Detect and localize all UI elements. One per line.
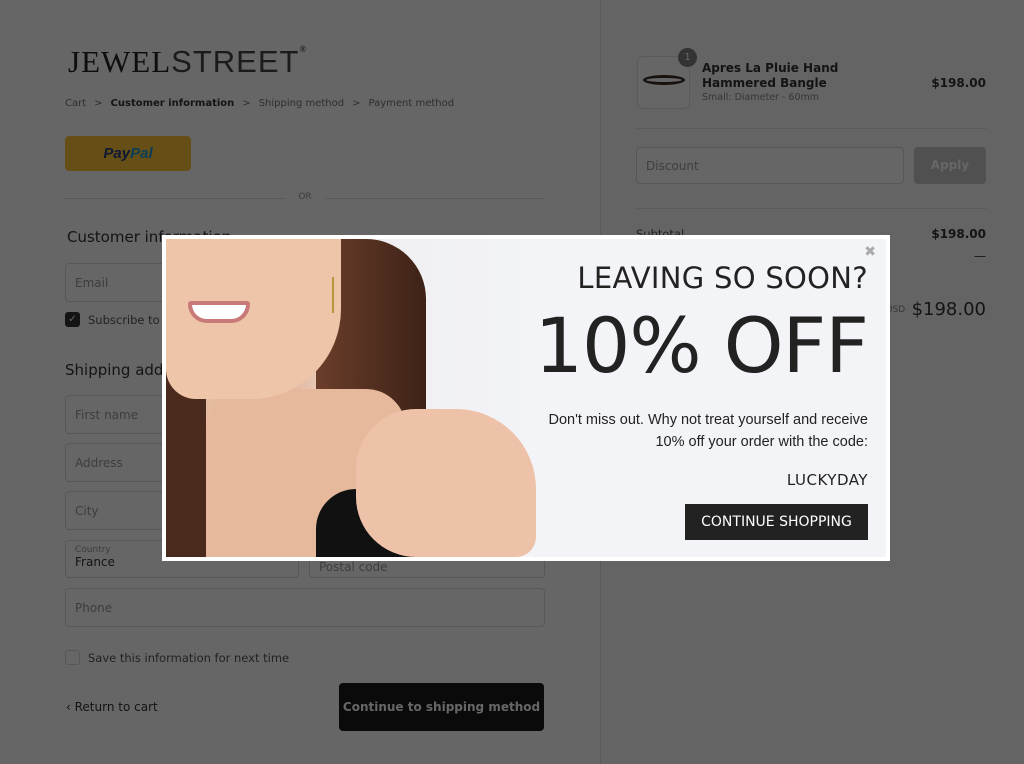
chevron-right-icon: > <box>94 98 103 109</box>
quantity-badge: 1 <box>678 48 697 67</box>
popup-offer: 10% OFF <box>534 301 869 390</box>
product-price: $198.00 <box>931 76 986 90</box>
breadcrumb-cart[interactable]: Cart <box>65 98 86 109</box>
checkmark-icon: ✓ <box>65 312 80 327</box>
product-variant: Small: Diameter - 60mm <box>702 92 820 103</box>
breadcrumb-customer-information: Customer information <box>110 98 235 109</box>
jewelstreet-logo[interactable]: JEWELSTREET® <box>68 44 307 80</box>
or-divider: OR <box>65 192 545 204</box>
continue-to-shipping-button[interactable]: Continue to shipping method <box>339 683 544 731</box>
close-icon[interactable]: ✖ <box>864 244 876 260</box>
model-photo <box>166 239 546 557</box>
chevron-right-icon: > <box>352 98 361 109</box>
product-name: Apres La Pluie Hand Hammered Bangle <box>702 61 839 90</box>
breadcrumb: Cart > Customer information > Shipping met… <box>65 98 454 109</box>
shipping-value: — <box>974 249 986 263</box>
chevron-left-icon: ‹ <box>66 700 75 714</box>
breadcrumb-payment-method: Payment method <box>368 98 455 109</box>
chevron-right-icon: > <box>242 98 251 109</box>
paypal-button[interactable]: PayPal <box>65 136 191 171</box>
discount-code: LUCKYDAY <box>786 471 868 489</box>
breadcrumb-shipping-method: Shipping method <box>258 98 345 109</box>
save-info-checkbox[interactable]: Save this information for next time <box>65 650 289 665</box>
divider <box>636 128 986 129</box>
continue-shopping-button[interactable]: CONTINUE SHOPPING <box>685 504 868 540</box>
popup-heading: LEAVING SO SOON? <box>577 261 868 295</box>
return-to-cart-link[interactable]: ‹ Return to cart <box>66 700 158 714</box>
subtotal-value: $198.00 <box>931 227 986 241</box>
divider <box>636 208 986 209</box>
apply-button[interactable]: Apply <box>914 147 986 184</box>
discount-input[interactable]: Discount <box>636 147 904 184</box>
total-value: $198.00 <box>911 299 986 320</box>
popup-message: Don't miss out. Why not treat yourself a… <box>548 412 869 450</box>
exit-intent-popup: ✖ LEAVING SO SOON? 10% OFF Don't miss ou… <box>162 235 890 561</box>
phone-field[interactable]: Phone <box>65 588 545 627</box>
bangle-image <box>643 75 685 85</box>
